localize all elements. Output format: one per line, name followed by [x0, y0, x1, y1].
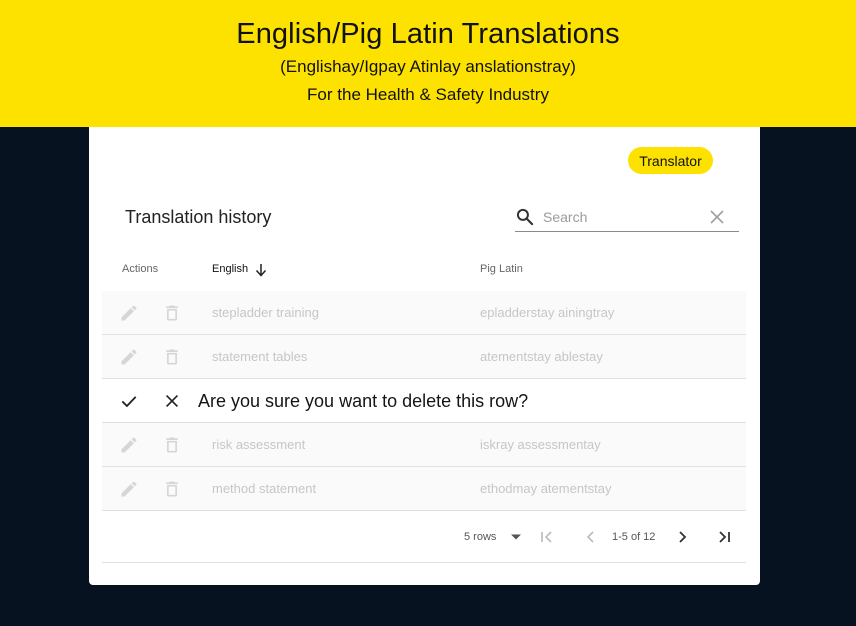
english-cell: method statement [212, 481, 317, 496]
search-icon [516, 208, 534, 226]
page-range: 1-5 of 12 [612, 531, 656, 543]
caret-down-icon[interactable] [510, 531, 522, 543]
edit-icon[interactable] [119, 435, 139, 455]
page-title: English/Pig Latin Translations [236, 18, 620, 50]
table-row: risk assessment iskray assessmentay [102, 423, 746, 467]
page-tagline: For the Health & Safety Industry [307, 85, 549, 104]
history-title: Translation history [125, 207, 272, 227]
translator-button[interactable]: Translator [628, 147, 713, 174]
table-header: Actions English Pig Latin [102, 255, 746, 291]
delete-icon[interactable] [162, 347, 182, 367]
last-page-icon[interactable] [716, 529, 732, 545]
search-field [515, 205, 739, 232]
search-input[interactable] [543, 207, 703, 227]
pig-latin-cell: ethodmay atementstay [480, 481, 612, 496]
table-body: stepladder training epladderstay ainingt… [102, 291, 746, 511]
pig-latin-cell: atementstay ablestay [480, 349, 603, 364]
edit-icon[interactable] [119, 303, 139, 323]
edit-icon[interactable] [119, 347, 139, 367]
delete-confirm-row: Are you sure you want to delete this row… [102, 379, 746, 423]
column-header-actions: Actions [122, 263, 159, 275]
rows-per-page-select[interactable]: 5 rows [464, 531, 496, 543]
page-subtitle: (Englishay/Igpay Atinlay anslationstray) [280, 57, 576, 76]
delete-confirm-message: Are you sure you want to delete this row… [198, 391, 529, 411]
pig-latin-cell: epladderstay ainingtray [480, 305, 615, 320]
table-row: stepladder training epladderstay ainingt… [102, 291, 746, 335]
pig-latin-cell: iskray assessmentay [480, 437, 601, 452]
cancel-close-icon[interactable] [162, 391, 182, 411]
clear-search-icon[interactable] [709, 209, 725, 225]
header-banner: English/Pig Latin Translations (Englisha… [0, 0, 856, 127]
confirm-check-icon[interactable] [119, 391, 139, 411]
table-row: statement tables atementstay ablestay [102, 335, 746, 379]
history-card: Translator Translation history Actions E… [89, 127, 760, 585]
next-page-icon[interactable] [674, 529, 690, 545]
delete-icon[interactable] [162, 479, 182, 499]
edit-icon[interactable] [119, 479, 139, 499]
english-cell: risk assessment [212, 437, 306, 452]
column-header-english[interactable]: English [212, 263, 248, 275]
english-cell: stepladder training [212, 305, 319, 320]
pagination-bar: 5 rows 1-5 of 12 [102, 511, 746, 563]
previous-page-icon[interactable] [583, 529, 599, 545]
english-cell: statement tables [212, 349, 308, 364]
delete-icon[interactable] [162, 435, 182, 455]
first-page-icon[interactable] [539, 529, 555, 545]
delete-icon[interactable] [162, 303, 182, 323]
column-header-pig-latin[interactable]: Pig Latin [480, 263, 523, 275]
sort-arrow-down-icon[interactable] [254, 263, 268, 277]
table-row: method statement ethodmay atementstay [102, 467, 746, 511]
